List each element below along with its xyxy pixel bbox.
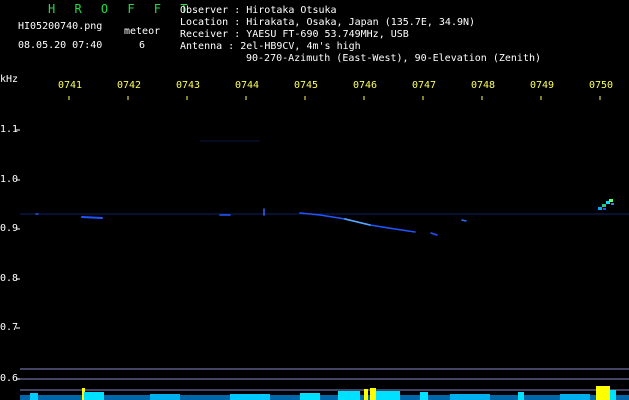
hrofft-spectrogram-window: H R O F F T HI05200740.png meteor 08.05.… [0,0,629,400]
meteor-trace [461,219,467,222]
spectrogram-plot [16,96,629,400]
meteor-burst-0750 [598,199,614,210]
time-tick-marks [68,96,601,100]
meteor-trace [430,232,438,236]
freq-tick-marks [16,129,20,380]
signal-level-bars [20,386,629,400]
meteor-echo-traces [35,208,467,236]
meteor-trace [81,216,103,219]
meteor-trace [344,218,371,226]
